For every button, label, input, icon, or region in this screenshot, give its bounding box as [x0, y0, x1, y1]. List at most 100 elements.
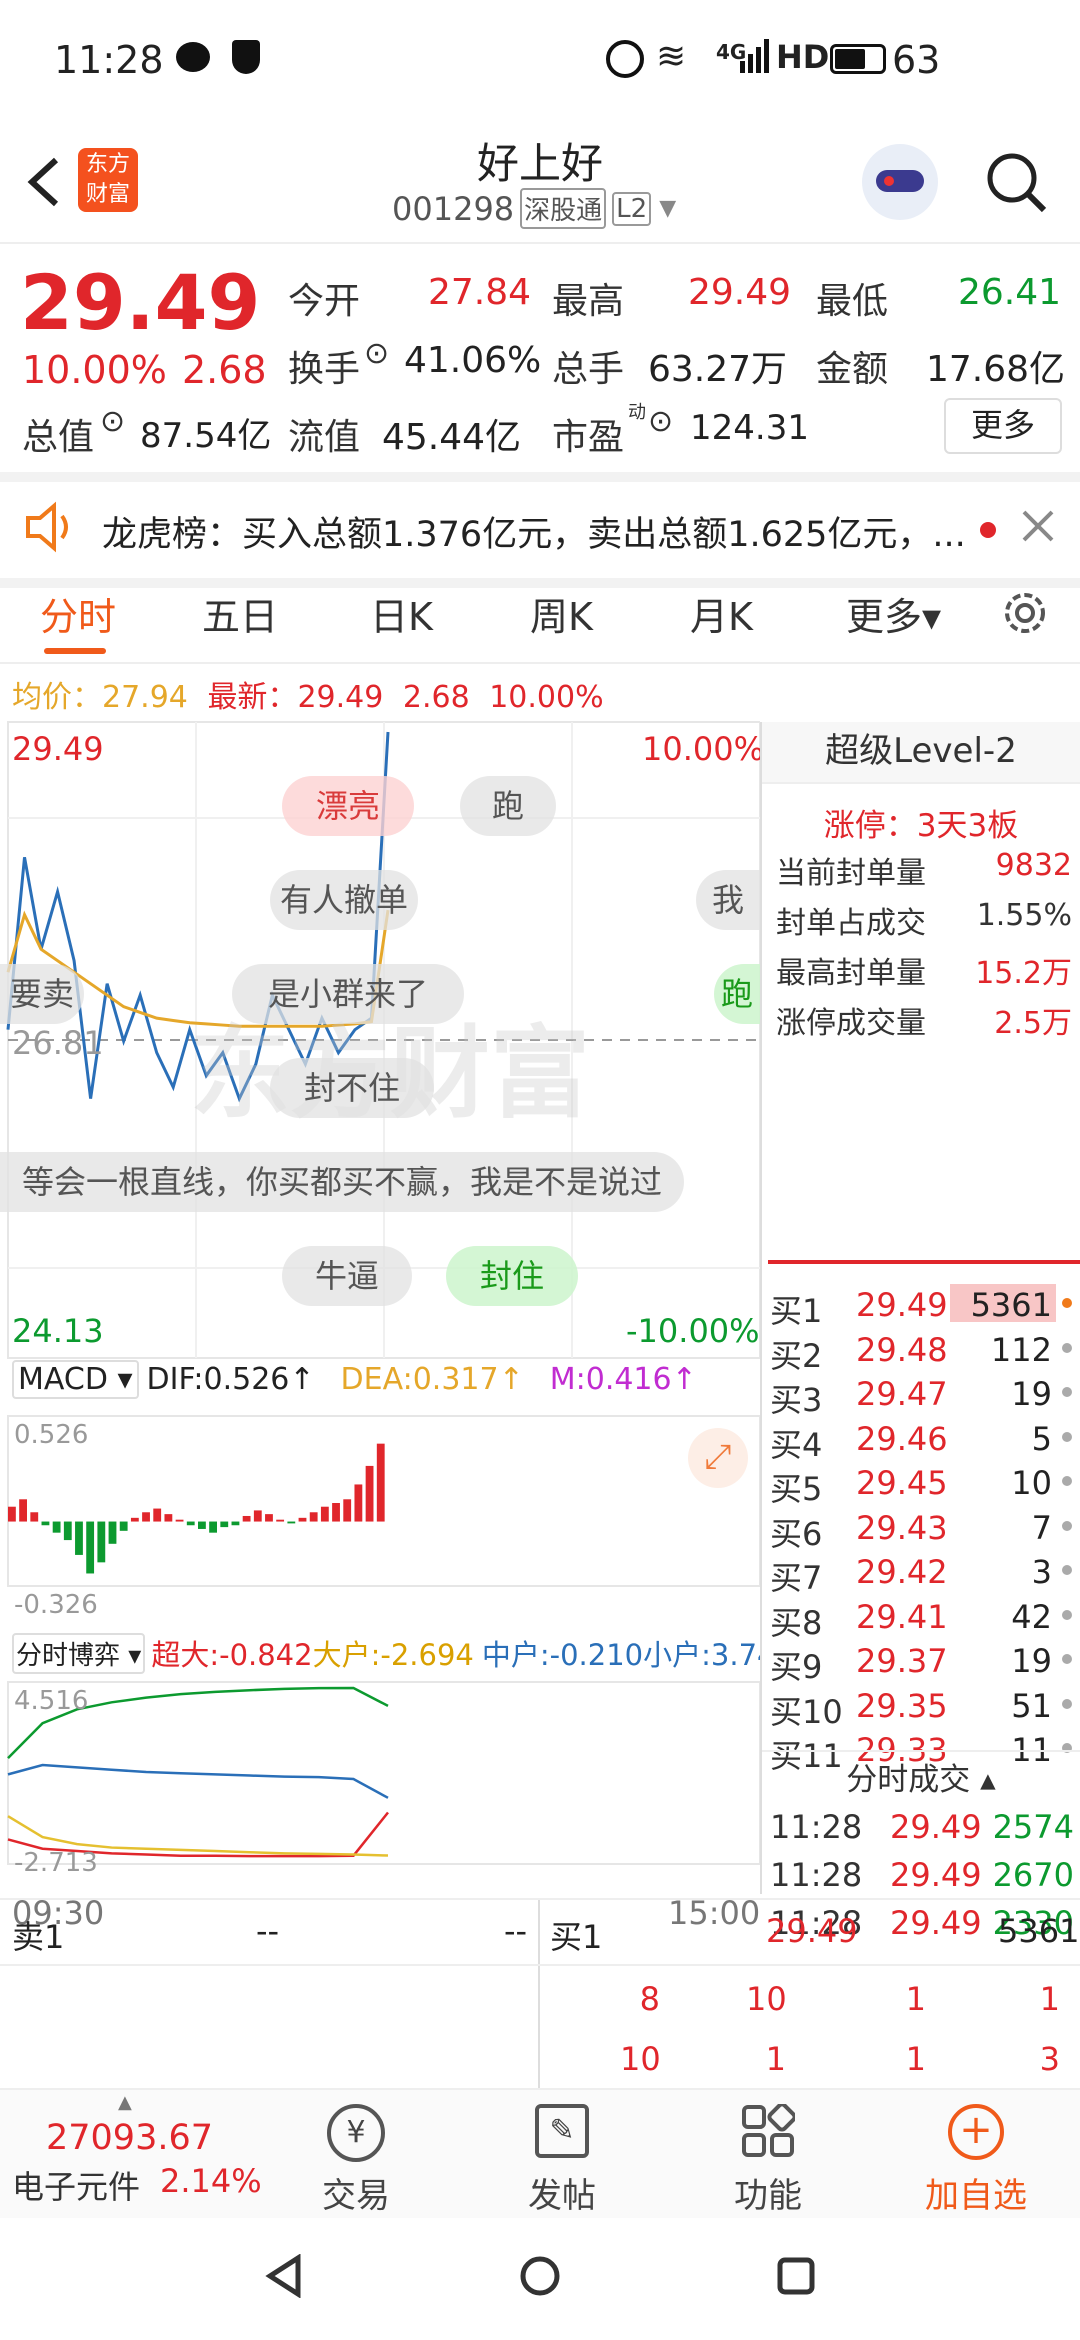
bid-row[interactable]: 买9 29.37 19	[762, 1638, 1080, 1686]
macd-bar	[108, 1521, 117, 1544]
bid-row[interactable]: 买5 29.45 10	[762, 1460, 1080, 1508]
stock-header: 东方 财富 好上好 001298 深股通 L2 ▼	[0, 120, 1080, 244]
pe-label: 市盈	[552, 417, 625, 458]
robot-avatar-icon[interactable]	[862, 144, 938, 220]
info-icon[interactable]: ⊙	[364, 336, 389, 371]
tab-5day[interactable]: 五日	[202, 586, 278, 641]
comment-bubble[interactable]: 跑	[460, 776, 556, 836]
chart-panel[interactable]: 东方财富 29.49 10.00% 26.81 24.13 -10.00% 漂亮…	[0, 672, 794, 1932]
comment-bubble[interactable]: 有人撤单	[270, 870, 418, 930]
bid-row[interactable]: 买3 29.47 19	[762, 1371, 1080, 1419]
search-icon[interactable]	[984, 150, 1048, 214]
l2-stat-value: 2.5万	[994, 1006, 1072, 1041]
nav-post[interactable]: ✎ 发帖	[482, 2104, 642, 2217]
mcap-value: 87.54亿	[140, 416, 272, 456]
divider	[538, 1900, 540, 2090]
index-value: 27093.67	[46, 2118, 214, 2158]
float-cap-label: 流值	[288, 417, 361, 458]
buy1-label: 买1	[550, 1918, 603, 1956]
bid-dot	[1062, 1342, 1072, 1353]
back-nav-icon[interactable]	[262, 2253, 306, 2299]
comment-bubble[interactable]: 等会一根直线，你买都买不赢，我是不是说过	[0, 1152, 684, 1212]
boyi-super: 超大:-0.842	[151, 1638, 313, 1672]
comment-bubble[interactable]: 封不住	[270, 1058, 434, 1118]
tab-weekly-k[interactable]: 周K	[530, 586, 593, 641]
recents-nav-icon[interactable]	[776, 2256, 816, 2296]
macd-selector[interactable]: MACD ▾	[12, 1360, 139, 1399]
level2-title[interactable]: 超级Level-2	[762, 722, 1080, 784]
macd-bar	[332, 1503, 340, 1522]
comment-bubble[interactable]: 要卖	[0, 964, 84, 1024]
bid-row[interactable]: 买2 29.48 112	[762, 1327, 1080, 1375]
macd-bar	[186, 1521, 195, 1526]
buy1-volume: 5361	[998, 1912, 1080, 1950]
nav-add-watchlist[interactable]: + 加自选	[896, 2104, 1056, 2217]
bid-level: 买2	[770, 1336, 823, 1375]
trades-title[interactable]: 分时成交 ▴	[762, 1754, 1080, 1799]
macd-m: M:0.416↑	[549, 1362, 697, 1397]
bid-row[interactable]: 买7 29.42 3	[762, 1549, 1080, 1597]
bid-dot	[1062, 1520, 1072, 1531]
trade-volume: 2574	[992, 1808, 1074, 1846]
index-name: 电子元件	[12, 2168, 141, 2206]
macd-bar	[63, 1521, 72, 1541]
bid-row[interactable]: 买8 29.41 42	[762, 1594, 1080, 1642]
trade-time: 11:28	[770, 1856, 863, 1894]
grid-icon	[741, 2102, 797, 2158]
info-icon[interactable]: ⊙	[648, 404, 673, 439]
index-pct: 2.14%	[160, 2162, 262, 2200]
comment-bubble[interactable]: 我	[696, 870, 760, 930]
macd-bar	[130, 1517, 139, 1522]
current-price: 29.49	[20, 258, 261, 347]
bid-row[interactable]: 买6 29.43 7	[762, 1505, 1080, 1553]
mid-price-label: 26.81	[12, 1024, 104, 1062]
turnover-label: 换手	[288, 349, 361, 390]
nav-trade[interactable]: ¥ 交易	[276, 2104, 436, 2217]
buy1-price: 29.49	[766, 1912, 858, 1950]
bid-row[interactable]: 买4 29.46 5	[762, 1416, 1080, 1464]
more-button[interactable]: 更多	[944, 398, 1062, 454]
macd-bar	[365, 1465, 374, 1522]
settings-gear-icon[interactable]	[998, 586, 1052, 640]
macd-bar	[309, 1512, 318, 1522]
signal-bars-icon	[740, 38, 770, 73]
comment-bubble[interactable]: 封住	[446, 1246, 578, 1306]
close-icon[interactable]	[1018, 506, 1058, 546]
bid-level: 买4	[770, 1425, 823, 1464]
bid-row[interactable]: 买10 29.35 51	[762, 1683, 1080, 1731]
bid-row[interactable]: 买1 29.49 5361	[762, 1282, 1080, 1330]
tab-more[interactable]: 更多▾	[846, 586, 941, 641]
comment-bubble[interactable]: 是小群来了	[232, 964, 464, 1024]
l2-stat-value: 1.55%	[976, 898, 1072, 933]
queue-order: 1	[1039, 1980, 1060, 2018]
macd-bottom-label: -0.326	[14, 1590, 98, 1620]
bid-dot	[1062, 1565, 1072, 1575]
home-nav-icon[interactable]	[518, 2254, 562, 2298]
comment-bubble[interactable]: 漂亮	[282, 776, 414, 836]
open-label: 今开	[288, 281, 361, 322]
bid-price: 29.47	[856, 1375, 948, 1413]
tab-intraday[interactable]: 分时	[40, 586, 116, 641]
notice-text: 龙虎榜：买入总额1.376亿元，卖出总额1.625亿元，...	[102, 515, 966, 555]
boyi-frame	[7, 1681, 760, 1865]
queue-order: 1	[765, 2040, 786, 2078]
info-icon[interactable]: ⊙	[100, 404, 125, 439]
tab-daily-k[interactable]: 日K	[370, 586, 433, 641]
nav-post-label: 发帖	[528, 2176, 596, 2216]
change-amt: 2.68	[182, 348, 267, 392]
dragon-tiger-notice[interactable]: 龙虎榜：买入总额1.376亿元，卖出总额1.625亿元，...	[0, 472, 1080, 588]
boyi-selector[interactable]: 分时博弈 ▾	[12, 1632, 146, 1674]
bid-level: 买3	[770, 1381, 823, 1419]
index-ticker[interactable]: ▲ 27093.67 电子元件 2.14%	[0, 2090, 262, 2220]
macd-bar	[175, 1519, 184, 1522]
expand-icon[interactable]: ⤢	[688, 1428, 748, 1488]
l2-stat-label: 最高封单量	[776, 956, 926, 991]
amount-value: 17.68亿	[926, 349, 1066, 390]
battery-icon	[830, 44, 886, 74]
tab-monthly-k[interactable]: 月K	[690, 586, 753, 641]
stock-code-row[interactable]: 001298 深股通 L2 ▼	[392, 188, 676, 229]
l2-badge: L2	[612, 191, 652, 226]
nav-functions[interactable]: 功能	[688, 2102, 848, 2217]
comment-bubble[interactable]: 牛逼	[282, 1246, 412, 1306]
boyi-mid: 中户:-0.210	[481, 1638, 644, 1672]
